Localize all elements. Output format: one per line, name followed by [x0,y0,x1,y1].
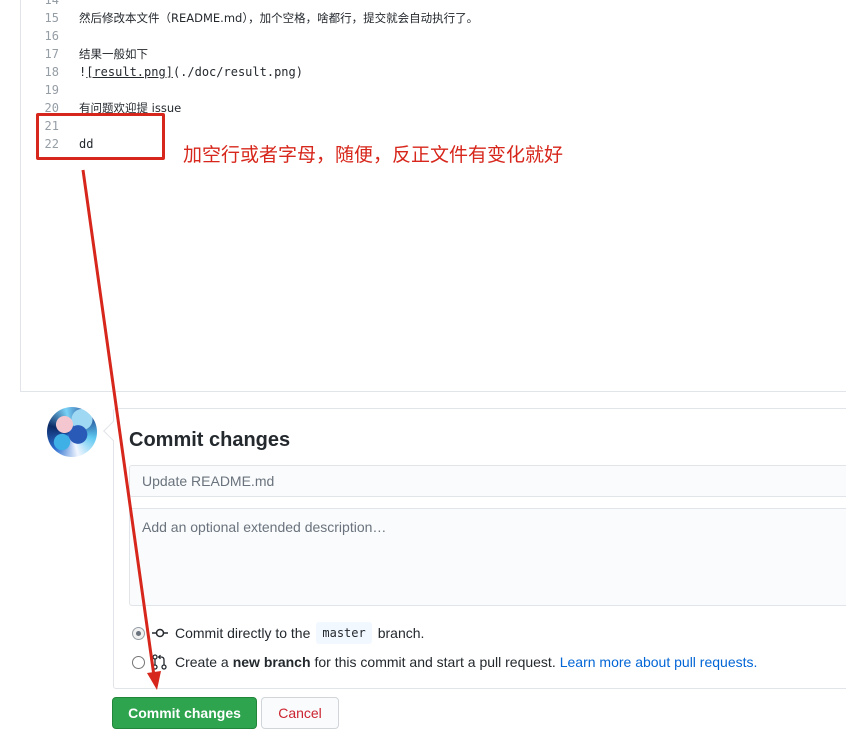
line-number: 18 [44,65,59,79]
commit-title: Commit changes [129,429,291,451]
line-number: 17 [44,47,59,61]
user-avatar[interactable] [47,407,97,457]
commit-summary-input[interactable] [129,465,846,497]
commit-direct-option[interactable]: Commit directly to the master branch. [132,622,425,644]
commit-changes-button[interactable]: Commit changes [112,697,257,729]
annotation-text: 加空行或者字母，随便，反正文件有变化就好 [183,144,564,166]
git-commit-icon [152,628,168,638]
code-line: 17 结果一般如下 [21,45,821,63]
new-branch-radio[interactable] [132,655,145,669]
learn-more-pull-requests-link[interactable]: Learn more about pull requests. [560,652,758,672]
annotation-highlight-box [36,113,165,160]
line-text-link: [result.png] [86,65,173,79]
code-line: 14 [21,0,821,9]
line-number: 19 [44,83,59,97]
git-pull-request-icon [152,654,167,670]
commit-direct-radio[interactable] [132,626,145,640]
file-editor[interactable]: 14 15 然后修改本文件（README.md），加个空格，啥都行，提交就会自动… [20,0,846,392]
line-number: 16 [44,29,59,43]
code-line: 15 然后修改本文件（README.md），加个空格，啥都行，提交就会自动执行了… [21,9,821,27]
cancel-button[interactable]: Cancel [261,697,339,729]
code-line: 18 ![result.png](./doc/result.png) [21,63,821,81]
code-line: 16 [21,27,821,45]
new-branch-suffix: for this commit and start a pull request… [314,654,556,670]
commit-direct-suffix: branch. [377,625,425,641]
new-branch-prefix: Create a [175,654,229,670]
code-line: 19 [21,81,821,99]
line-text: ![result.png](./doc/result.png) [79,63,303,81]
new-branch-option[interactable]: Create a new branch for this commit and … [132,652,757,672]
line-text-suffix: (./doc/result.png) [172,65,303,79]
commit-direct-text: Commit directly to the [175,625,311,641]
new-branch-bold: new branch [232,654,311,670]
branch-name-badge: master [316,622,372,644]
line-number: 15 [44,11,59,25]
line-number: 14 [44,0,59,7]
commit-description-input[interactable] [129,508,846,606]
line-text: 然后修改本文件（README.md），加个空格，啥都行，提交就会自动执行了。 [79,11,479,25]
line-text: 结果一般如下 [79,47,148,61]
